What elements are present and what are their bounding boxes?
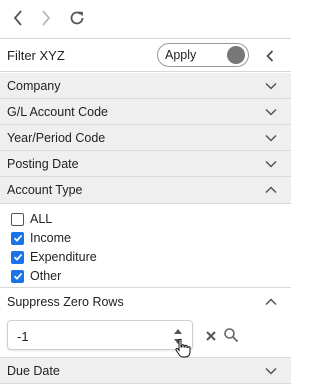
search-icon[interactable]	[223, 327, 239, 343]
browser-toolbar	[0, 0, 291, 36]
section-label: G/L Account Code	[7, 105, 108, 119]
chevron-right-icon	[42, 10, 51, 26]
refresh-icon	[70, 11, 84, 25]
checkmark-icon	[13, 253, 22, 261]
checkbox[interactable]	[11, 269, 24, 283]
spin-down-icon[interactable]	[171, 337, 185, 346]
checkbox-label: Expenditure	[30, 250, 97, 264]
chevron-left-icon	[13, 10, 22, 26]
apply-label: Apply	[165, 48, 197, 62]
collapse-panel-button[interactable]	[262, 48, 278, 64]
chevron-down-icon	[265, 367, 277, 375]
section-label: Year/Period Code	[7, 131, 106, 145]
refresh-button[interactable]	[66, 7, 88, 29]
section-posting-date[interactable]: Posting Date	[0, 151, 291, 177]
checkbox[interactable]	[11, 212, 24, 226]
chevron-down-icon	[265, 82, 277, 90]
section-due-date[interactable]: Due Date	[0, 358, 291, 384]
checkbox-label: Income	[30, 231, 71, 245]
section-suppress-zero-rows[interactable]: Suppress Zero Rows	[0, 289, 291, 315]
filter-title: Filter XYZ	[7, 48, 65, 63]
section-account-type[interactable]: Account Type	[0, 177, 291, 204]
chevron-up-icon	[265, 186, 277, 194]
forward-button[interactable]	[35, 7, 57, 29]
suppress-zero-rows-panel: -1	[0, 315, 291, 358]
clear-icon[interactable]	[204, 329, 218, 343]
section-label: Suppress Zero Rows	[7, 295, 124, 309]
spin-up-icon[interactable]	[171, 327, 185, 336]
chevron-left-icon	[266, 50, 274, 62]
section-label: Company	[7, 79, 61, 93]
suppress-zero-rows-input[interactable]: -1	[7, 320, 193, 350]
checkbox-label: Other	[30, 269, 62, 283]
checkbox-label: ALL	[30, 212, 53, 226]
chevron-up-icon	[265, 298, 277, 306]
section-label: Due Date	[7, 364, 60, 378]
chevron-down-icon	[265, 134, 277, 142]
checkmark-icon	[13, 234, 22, 242]
filter-header: Filter XYZ Apply	[0, 38, 291, 72]
checkbox-other[interactable]: Other	[11, 268, 61, 284]
section-gl-account-code[interactable]: G/L Account Code	[0, 99, 291, 125]
checkmark-icon	[13, 272, 22, 280]
checkbox-expenditure[interactable]: Expenditure	[11, 249, 97, 265]
chevron-down-icon	[265, 108, 277, 116]
section-year-period-code[interactable]: Year/Period Code	[0, 125, 291, 151]
checkbox[interactable]	[11, 250, 24, 264]
input-value: -1	[17, 329, 29, 344]
apply-toggle[interactable]: Apply	[157, 43, 249, 67]
account-type-panel: ALL Income Expenditure Other	[0, 204, 291, 288]
checkbox-all[interactable]: ALL	[11, 211, 52, 227]
checkbox[interactable]	[11, 231, 24, 245]
section-company[interactable]: Company	[0, 73, 291, 99]
chevron-down-icon	[265, 160, 277, 168]
checkbox-income[interactable]: Income	[11, 230, 71, 246]
back-button[interactable]	[7, 7, 29, 29]
section-label: Account Type	[7, 183, 83, 197]
section-label: Posting Date	[7, 157, 79, 171]
toggle-knob	[227, 46, 245, 64]
